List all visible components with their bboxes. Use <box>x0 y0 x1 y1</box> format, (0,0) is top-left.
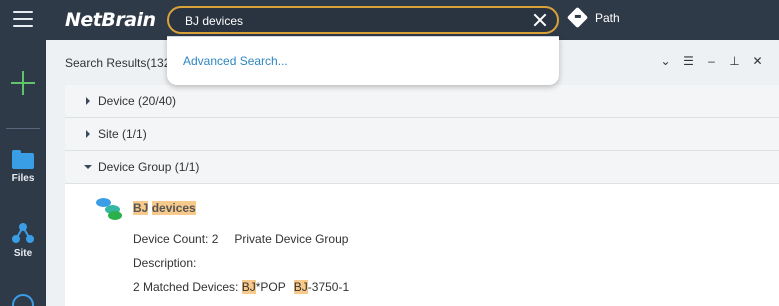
advanced-search-link[interactable]: Advanced Search... <box>183 54 288 68</box>
caret-down-icon <box>84 165 92 169</box>
rail-site-label: Site <box>13 248 33 259</box>
top-bar: NetBrain BJ devices Path <box>46 0 779 40</box>
rail-files-label: Files <box>11 173 35 184</box>
left-rail: Files Site <box>0 0 46 306</box>
list-icon[interactable]: ☰ <box>681 54 696 69</box>
device-count-line: Device Count: 2 Private Device Group <box>133 232 348 246</box>
minimize-icon[interactable]: – <box>704 54 719 69</box>
device-count: Device Count: 2 <box>133 232 219 246</box>
plus-icon[interactable] <box>10 70 36 96</box>
group-label: Device Group (1/1) <box>98 160 200 174</box>
result-item: BJ devices Device Count: 2 Private Device… <box>65 184 779 306</box>
close-icon[interactable]: ✕ <box>750 54 765 69</box>
group-row-device-group[interactable]: Device Group (1/1) <box>65 151 779 184</box>
search-dropdown: Advanced Search... <box>167 36 559 85</box>
download-icon[interactable] <box>12 294 34 306</box>
device-group-icon <box>96 198 124 222</box>
folder-icon <box>12 150 34 169</box>
highlight: BJ <box>293 280 308 294</box>
group-label: Device (20/40) <box>98 94 177 108</box>
path-label: Path <box>595 10 620 25</box>
description-label: Description: <box>133 256 197 270</box>
search-value[interactable]: BJ devices <box>185 14 243 28</box>
group-row-site[interactable]: Site (1/1) <box>65 118 779 151</box>
result-title[interactable]: BJ devices <box>133 201 196 215</box>
panel-tools: ⌄ ☰ – ⊥ ✕ <box>658 54 765 69</box>
matched-devices-line: 2 Matched Devices: BJ*POP BJ-3750-1 <box>133 280 349 294</box>
matched-device-2[interactable]: -3750-1 <box>308 280 349 294</box>
matched-device-1[interactable]: *POP <box>256 280 286 294</box>
search-input[interactable]: BJ devices <box>167 6 559 34</box>
group-type: Private Device Group <box>234 232 349 246</box>
group-label: Site (1/1) <box>98 127 147 141</box>
chevron-down-icon[interactable]: ⌄ <box>658 54 673 69</box>
rail-item-site[interactable]: Site <box>0 222 46 259</box>
path-button[interactable]: Path <box>566 6 620 29</box>
highlight: devices <box>151 201 196 215</box>
clear-icon[interactable] <box>533 13 547 27</box>
hamburger-menu-icon[interactable] <box>13 11 33 27</box>
group-row-device[interactable]: Device (20/40) <box>65 85 779 118</box>
highlight: BJ <box>241 280 256 294</box>
app-logo: NetBrain <box>65 9 156 31</box>
rail-divider <box>6 128 40 129</box>
caret-right-icon <box>86 97 90 105</box>
site-icon <box>12 223 34 243</box>
description-line: Description: <box>133 256 196 270</box>
panel-title: Search Results(132 <box>65 56 171 70</box>
caret-right-icon <box>86 130 90 138</box>
path-icon <box>566 6 589 29</box>
pin-icon[interactable]: ⊥ <box>727 54 742 69</box>
rail-item-files[interactable]: Files <box>0 150 46 184</box>
matched-label: 2 Matched Devices: <box>133 280 239 294</box>
results-list: Device (20/40) Site (1/1) Device Group (… <box>65 85 779 306</box>
highlight: BJ <box>133 201 149 215</box>
